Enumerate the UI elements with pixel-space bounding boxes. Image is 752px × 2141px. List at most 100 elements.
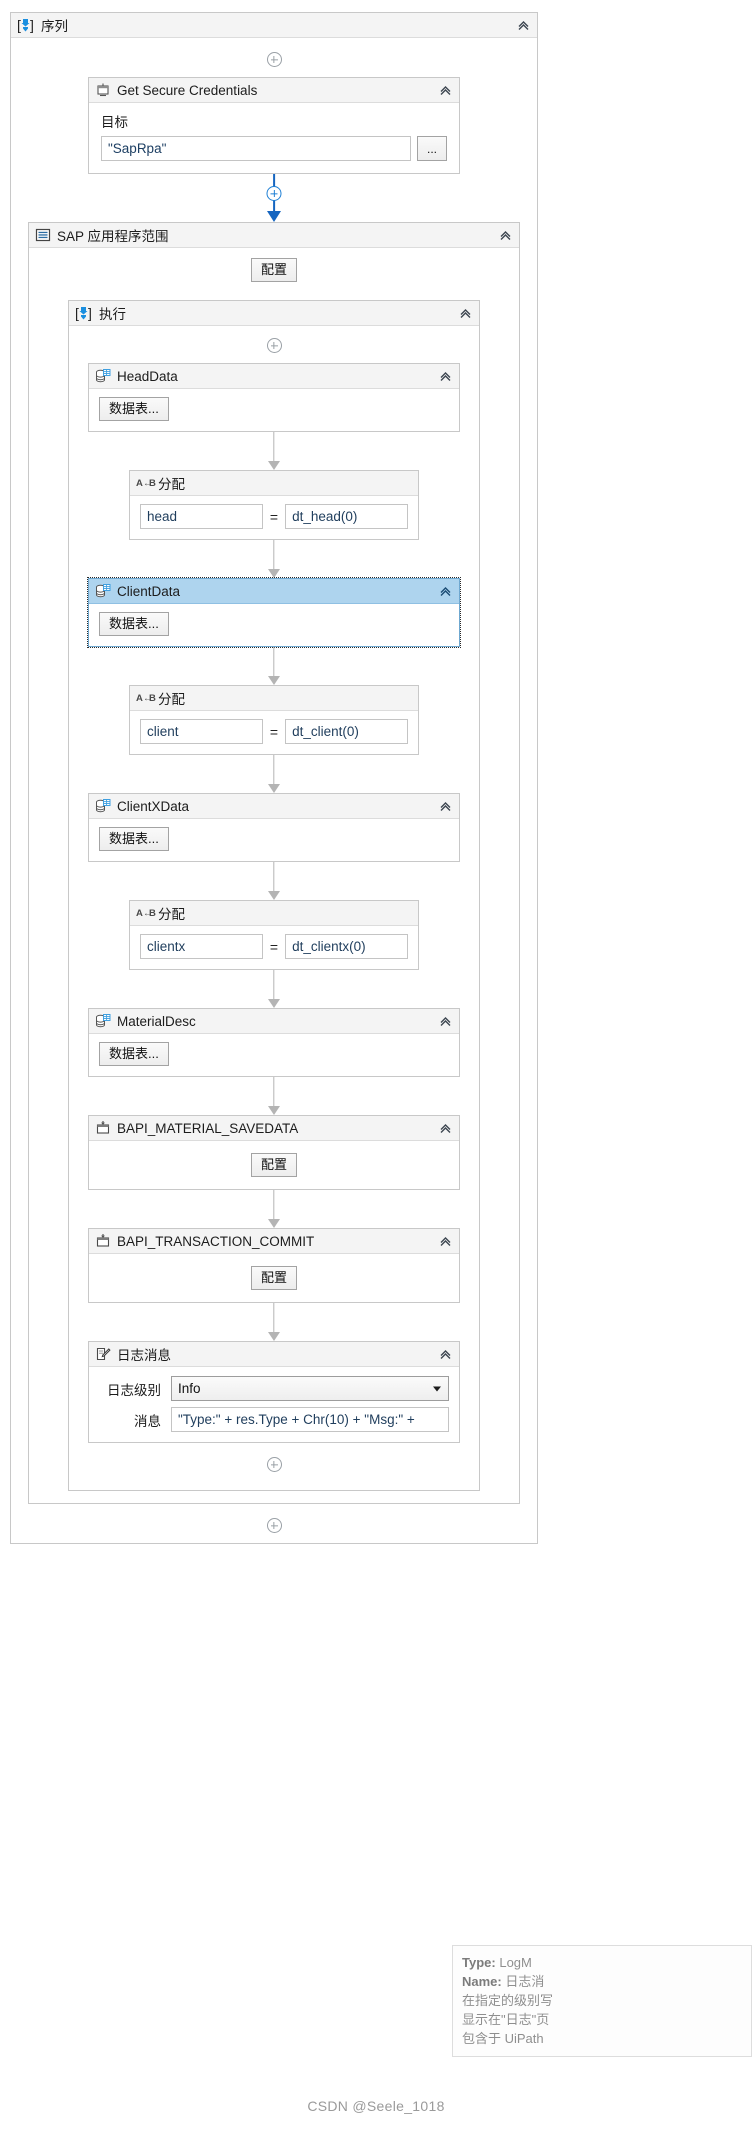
svg-text:B: B — [149, 693, 156, 704]
bapi-icon — [95, 1233, 111, 1249]
clientx-data-datatable-button[interactable]: 数据表... — [99, 827, 169, 851]
sequence-root[interactable]: [ ] 序列 Get Secure Credentials 目标 "SapRpa… — [10, 12, 538, 1544]
assign-client-header[interactable]: A ← B 分配 — [130, 686, 418, 711]
chevron-up-icon[interactable] — [459, 307, 472, 320]
log-level-value: Info — [178, 1381, 201, 1396]
log-message-icon — [95, 1346, 111, 1362]
tooltip-name-value: 日志消 — [505, 1974, 545, 1989]
log-message-header[interactable]: 日志消息 — [89, 1342, 459, 1367]
sequence-root-title: 序列 — [41, 19, 68, 34]
bapi-transaction-commit-configure-button[interactable]: 配置 — [250, 1266, 297, 1290]
assign-client-right-input[interactable]: dt_client(0) — [285, 719, 408, 744]
chevron-up-icon[interactable] — [439, 800, 452, 813]
secure-credentials-icon — [95, 82, 111, 98]
execute-sequence-title: 执行 — [99, 307, 126, 322]
watermark: CSDN @Seele_1018 — [307, 2098, 445, 2114]
chevron-up-icon[interactable] — [439, 1235, 452, 1248]
chevron-up-icon[interactable] — [439, 585, 452, 598]
chevron-up-icon[interactable] — [439, 370, 452, 383]
connector — [69, 1077, 479, 1115]
target-browse-button[interactable]: ... — [417, 136, 447, 161]
add-activity-plus[interactable] — [266, 338, 282, 353]
tooltip-name-row: Name: 日志消 — [462, 1972, 742, 1991]
sap-scope-icon — [35, 227, 51, 243]
activity-sap-application-scope[interactable]: SAP 应用程序范围 配置 [ ] 执行 HeadData 数据表... A ←… — [28, 222, 520, 1504]
client-data-title: ClientData — [117, 583, 181, 599]
sap-scope-configure-button[interactable]: 配置 — [250, 258, 297, 282]
activity-client-data[interactable]: ClientData 数据表... — [87, 577, 461, 648]
log-message-input[interactable]: "Type:" + res.Type + Chr(10) + "Msg:" + — [171, 1407, 449, 1432]
head-data-header[interactable]: HeadData — [89, 364, 459, 389]
material-desc-datatable-button[interactable]: 数据表... — [99, 1042, 169, 1066]
log-level-row: 日志级别 Info — [99, 1376, 449, 1401]
activity-assign-client[interactable]: A ← B 分配 client = dt_client(0) — [129, 685, 419, 755]
sequence-icon: [ ] — [75, 305, 93, 321]
activity-assign-clientx[interactable]: A ← B 分配 clientx = dt_clientx(0) — [129, 900, 419, 970]
activity-bapi-transaction-commit[interactable]: BAPI_TRANSACTION_COMMIT 配置 — [88, 1228, 460, 1303]
sap-scope-header[interactable]: SAP 应用程序范围 — [29, 223, 519, 248]
activity-log-message[interactable]: 日志消息 日志级别 Info 消息 "Type:" + res.Type + C… — [88, 1341, 460, 1443]
bapi-transaction-commit-title: BAPI_TRANSACTION_COMMIT — [117, 1233, 315, 1249]
connector — [69, 970, 479, 1008]
head-data-datatable-button[interactable]: 数据表... — [99, 397, 169, 421]
bapi-material-savedata-configure-button[interactable]: 配置 — [250, 1153, 297, 1177]
assign-head-left-input[interactable]: head — [140, 504, 263, 529]
svg-text:[: [ — [75, 305, 79, 321]
datatable-icon — [95, 1013, 111, 1029]
log-message-title: 日志消息 — [117, 1348, 171, 1363]
bapi-transaction-commit-header[interactable]: BAPI_TRANSACTION_COMMIT — [89, 1229, 459, 1254]
assign-clientx-left-input[interactable]: clientx — [140, 934, 263, 959]
log-message-row: 消息 "Type:" + res.Type + Chr(10) + "Msg:"… — [99, 1407, 449, 1432]
tooltip-desc-line-3: 包含于 UiPath — [462, 2031, 544, 2046]
assign-icon: A ← B — [136, 475, 156, 491]
clientx-data-title: ClientXData — [117, 798, 190, 814]
assign-clientx-right-input[interactable]: dt_clientx(0) — [285, 934, 408, 959]
chevron-up-icon[interactable] — [439, 1015, 452, 1028]
chevron-up-icon[interactable] — [517, 19, 530, 32]
material-desc-header[interactable]: MaterialDesc — [89, 1009, 459, 1034]
add-activity-plus[interactable] — [266, 1518, 282, 1533]
activity-material-desc[interactable]: MaterialDesc 数据表... — [88, 1008, 460, 1077]
assign-clientx-header[interactable]: A ← B 分配 — [130, 901, 418, 926]
client-data-datatable-button[interactable]: 数据表... — [99, 612, 169, 636]
get-secure-credentials-header[interactable]: Get Secure Credentials — [89, 78, 459, 103]
add-activity-plus[interactable] — [266, 1457, 282, 1472]
assign-head-right-input[interactable]: dt_head(0) — [285, 504, 408, 529]
activity-get-secure-credentials[interactable]: Get Secure Credentials 目标 "SapRpa" ... — [88, 77, 460, 174]
activity-bapi-material-savedata[interactable]: BAPI_MATERIAL_SAVEDATA 配置 — [88, 1115, 460, 1190]
svg-text:A: A — [136, 908, 143, 919]
sap-scope-title: SAP 应用程序范围 — [57, 229, 169, 244]
datatable-icon — [95, 583, 111, 599]
svg-text:A: A — [136, 478, 143, 489]
svg-text:]: ] — [88, 305, 92, 321]
datatable-icon — [95, 368, 111, 384]
connector — [69, 540, 479, 578]
target-input[interactable]: "SapRpa" — [101, 136, 411, 161]
sequence-root-header[interactable]: [ ] 序列 — [11, 13, 537, 38]
client-data-header[interactable]: ClientData — [89, 579, 459, 604]
activity-execute-sequence[interactable]: [ ] 执行 HeadData 数据表... A ← B 分配 head = d… — [68, 300, 480, 1491]
activity-assign-head[interactable]: A ← B 分配 head = dt_head(0) — [129, 470, 419, 540]
assign-head-header[interactable]: A ← B 分配 — [130, 471, 418, 496]
assign-clientx-title: 分配 — [158, 907, 185, 922]
execute-sequence-header[interactable]: [ ] 执行 — [69, 301, 479, 326]
material-desc-title: MaterialDesc — [117, 1013, 196, 1029]
chevron-up-icon[interactable] — [439, 84, 452, 97]
activity-head-data[interactable]: HeadData 数据表... — [88, 363, 460, 432]
assign-client-left-input[interactable]: client — [140, 719, 263, 744]
chevron-up-icon[interactable] — [439, 1122, 452, 1135]
activity-clientx-data[interactable]: ClientXData 数据表... — [88, 793, 460, 862]
bapi-material-savedata-header[interactable]: BAPI_MATERIAL_SAVEDATA — [89, 1116, 459, 1141]
chevron-up-icon[interactable] — [499, 229, 512, 242]
tooltip-desc-line-2: 显示在"日志"页 — [462, 2012, 550, 2027]
add-activity-plus[interactable] — [266, 52, 282, 67]
assign-operator: = — [269, 508, 279, 525]
chevron-up-icon[interactable] — [439, 1348, 452, 1361]
target-label: 目标 — [101, 115, 128, 130]
log-level-select[interactable]: Info — [171, 1376, 449, 1401]
head-data-title: HeadData — [117, 368, 178, 384]
connector — [69, 862, 479, 900]
clientx-data-header[interactable]: ClientXData — [89, 794, 459, 819]
add-activity-plus[interactable] — [266, 186, 282, 201]
chevron-down-icon[interactable] — [433, 1386, 441, 1391]
